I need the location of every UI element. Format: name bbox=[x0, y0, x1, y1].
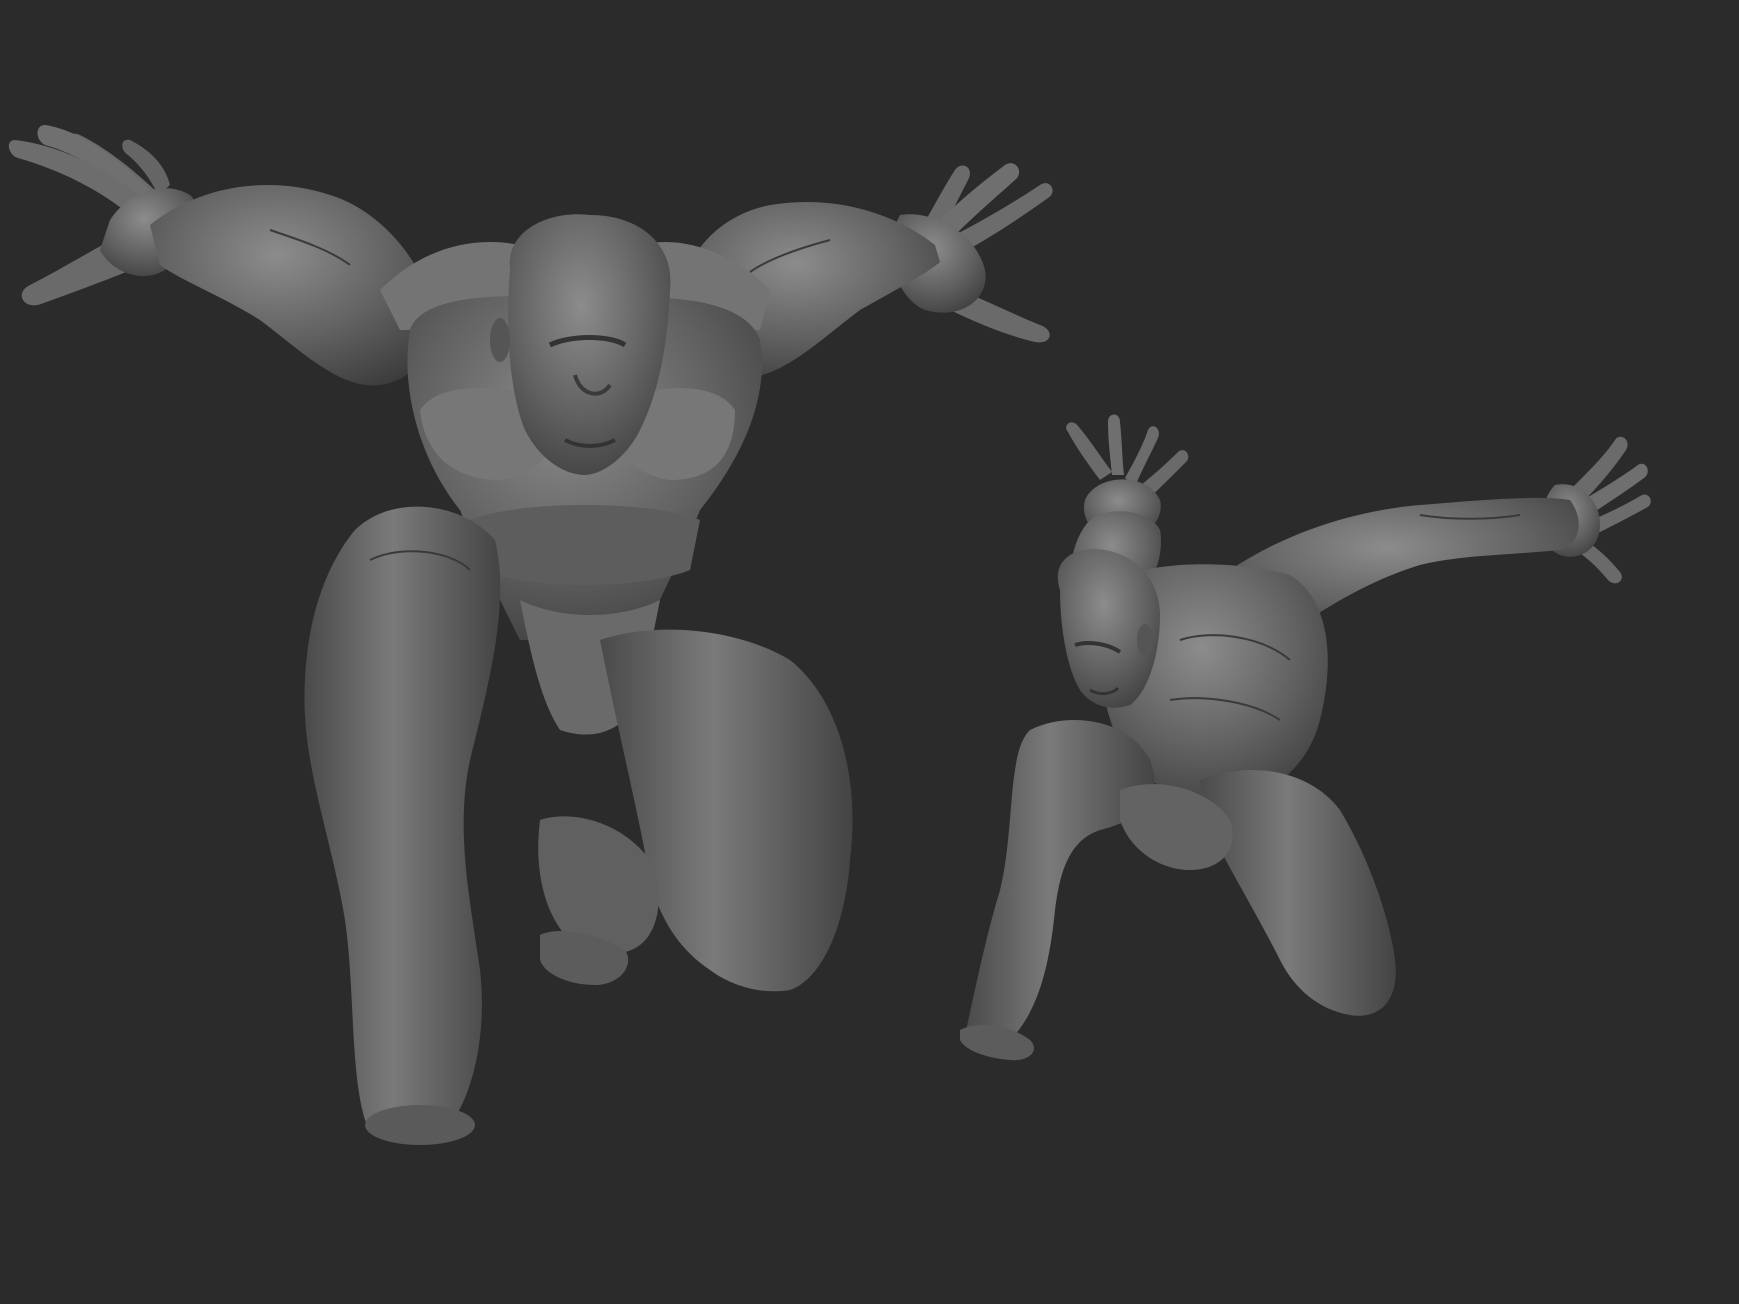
side-figure-head bbox=[1057, 549, 1160, 708]
sculpt-viewport[interactable] bbox=[0, 0, 1739, 1304]
front-figure-left-leg bbox=[304, 506, 501, 1145]
side-figure-front-leg bbox=[960, 720, 1155, 1061]
side-figure-back-leg bbox=[1120, 770, 1396, 1016]
sculpt-render bbox=[8, 125, 1651, 1145]
side-view-crouching-figure[interactable] bbox=[960, 414, 1651, 1061]
front-view-crouching-figure[interactable] bbox=[8, 125, 1053, 1145]
